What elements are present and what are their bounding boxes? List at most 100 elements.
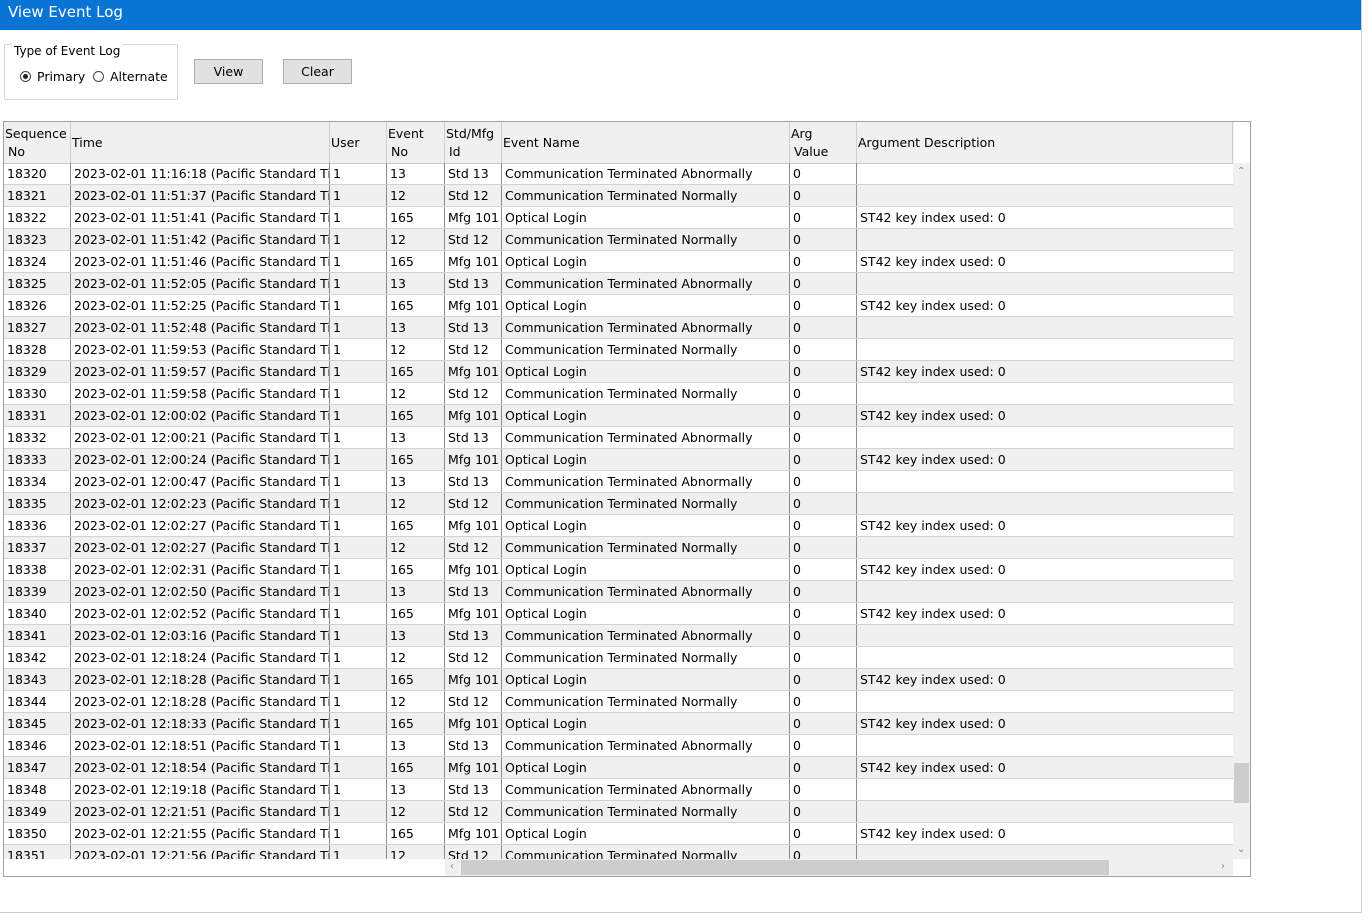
cell-event-name[interactable]: Communication Terminated Normally	[502, 493, 790, 514]
cell-time[interactable]: 2023-02-01 12:00:47 (Pacific Standard Ti…	[71, 471, 330, 492]
cell-user[interactable]: 1	[330, 449, 387, 470]
cell-event-no[interactable]: 12	[387, 185, 445, 206]
cell-event-no[interactable]: 13	[387, 427, 445, 448]
column-header-sequence-no[interactable]: Sequence No	[4, 122, 71, 163]
cell-sequence-no[interactable]: 18337	[4, 537, 71, 558]
cell-argument-description[interactable]	[857, 625, 1233, 646]
table-row[interactable]: 18325 2023-02-01 11:52:05 (Pacific Standa…	[4, 273, 1233, 295]
cell-event-name[interactable]: Optical Login	[502, 405, 790, 426]
cell-arg-value[interactable]: 0	[790, 603, 857, 624]
cell-argument-description[interactable]: ST42 key index used: 0	[857, 361, 1233, 382]
cell-sequence-no[interactable]: 18323	[4, 229, 71, 250]
cell-argument-description[interactable]: ST42 key index used: 0	[857, 251, 1233, 272]
cell-time[interactable]: 2023-02-01 12:00:24 (Pacific Standard Ti…	[71, 449, 330, 470]
cell-sequence-no[interactable]: 18328	[4, 339, 71, 360]
table-row[interactable]: 18321 2023-02-01 11:51:37 (Pacific Standa…	[4, 185, 1233, 207]
cell-event-no[interactable]: 13	[387, 625, 445, 646]
cell-std-mfg-id[interactable]: Std 12	[445, 691, 502, 712]
cell-argument-description[interactable]	[857, 779, 1233, 800]
cell-event-name[interactable]: Communication Terminated Abnormally	[502, 471, 790, 492]
cell-arg-value[interactable]: 0	[790, 559, 857, 580]
cell-arg-value[interactable]: 0	[790, 537, 857, 558]
radio-alternate-indicator[interactable]	[93, 71, 104, 82]
cell-arg-value[interactable]: 0	[790, 845, 857, 859]
table-row[interactable]: 18323 2023-02-01 11:51:42 (Pacific Standa…	[4, 229, 1233, 251]
cell-event-name[interactable]: Communication Terminated Abnormally	[502, 735, 790, 756]
cell-event-name[interactable]: Optical Login	[502, 669, 790, 690]
table-row[interactable]: 18333 2023-02-01 12:00:24 (Pacific Standa…	[4, 449, 1233, 471]
cell-event-no[interactable]: 12	[387, 845, 445, 859]
cell-user[interactable]: 1	[330, 669, 387, 690]
cell-event-name[interactable]: Optical Login	[502, 559, 790, 580]
table-row[interactable]: 18324 2023-02-01 11:51:46 (Pacific Standa…	[4, 251, 1233, 273]
cell-std-mfg-id[interactable]: Std 13	[445, 163, 502, 184]
column-header-std-mfg-id[interactable]: Std/Mfg Id	[445, 122, 502, 163]
cell-arg-value[interactable]: 0	[790, 317, 857, 338]
table-row[interactable]: 18343 2023-02-01 12:18:28 (Pacific Standa…	[4, 669, 1233, 691]
grid-rows[interactable]: 18320 2023-02-01 11:16:18 (Pacific Standa…	[4, 163, 1233, 859]
cell-event-no[interactable]: 165	[387, 713, 445, 734]
table-row[interactable]: 18337 2023-02-01 12:02:27 (Pacific Standa…	[4, 537, 1233, 559]
table-row[interactable]: 18326 2023-02-01 11:52:25 (Pacific Standa…	[4, 295, 1233, 317]
cell-user[interactable]: 1	[330, 427, 387, 448]
cell-arg-value[interactable]: 0	[790, 735, 857, 756]
scroll-down-icon[interactable]: ⌄	[1237, 845, 1245, 855]
cell-event-name[interactable]: Communication Terminated Abnormally	[502, 163, 790, 184]
cell-arg-value[interactable]: 0	[790, 383, 857, 404]
cell-user[interactable]: 1	[330, 295, 387, 316]
cell-user[interactable]: 1	[330, 801, 387, 822]
cell-std-mfg-id[interactable]: Std 13	[445, 779, 502, 800]
cell-user[interactable]: 1	[330, 691, 387, 712]
scroll-left-icon[interactable]: ‹	[450, 862, 454, 872]
cell-std-mfg-id[interactable]: Mfg 101	[445, 207, 502, 228]
cell-event-name[interactable]: Optical Login	[502, 823, 790, 844]
cell-sequence-no[interactable]: 18327	[4, 317, 71, 338]
cell-event-no[interactable]: 12	[387, 493, 445, 514]
cell-event-no[interactable]: 13	[387, 163, 445, 184]
cell-std-mfg-id[interactable]: Mfg 101	[445, 295, 502, 316]
cell-arg-value[interactable]: 0	[790, 625, 857, 646]
cell-std-mfg-id[interactable]: Mfg 101	[445, 757, 502, 778]
cell-event-name[interactable]: Optical Login	[502, 515, 790, 536]
cell-event-name[interactable]: Communication Terminated Abnormally	[502, 625, 790, 646]
table-row[interactable]: 18340 2023-02-01 12:02:52 (Pacific Standa…	[4, 603, 1233, 625]
cell-time[interactable]: 2023-02-01 12:18:33 (Pacific Standard Ti…	[71, 713, 330, 734]
cell-arg-value[interactable]: 0	[790, 801, 857, 822]
cell-event-no[interactable]: 165	[387, 669, 445, 690]
cell-std-mfg-id[interactable]: Mfg 101	[445, 559, 502, 580]
cell-time[interactable]: 2023-02-01 12:18:28 (Pacific Standard Ti…	[71, 691, 330, 712]
cell-user[interactable]: 1	[330, 713, 387, 734]
cell-arg-value[interactable]: 0	[790, 515, 857, 536]
cell-user[interactable]: 1	[330, 625, 387, 646]
table-row[interactable]: 18347 2023-02-01 12:18:54 (Pacific Standa…	[4, 757, 1233, 779]
cell-event-name[interactable]: Communication Terminated Normally	[502, 185, 790, 206]
cell-user[interactable]: 1	[330, 823, 387, 844]
cell-user[interactable]: 1	[330, 581, 387, 602]
cell-sequence-no[interactable]: 18340	[4, 603, 71, 624]
cell-user[interactable]: 1	[330, 647, 387, 668]
table-row[interactable]: 18348 2023-02-01 12:19:18 (Pacific Standa…	[4, 779, 1233, 801]
cell-arg-value[interactable]: 0	[790, 581, 857, 602]
table-row[interactable]: 18334 2023-02-01 12:00:47 (Pacific Standa…	[4, 471, 1233, 493]
cell-arg-value[interactable]: 0	[790, 427, 857, 448]
cell-time[interactable]: 2023-02-01 11:59:58 (Pacific Standard Ti…	[71, 383, 330, 404]
table-row[interactable]: 18350 2023-02-01 12:21:55 (Pacific Standa…	[4, 823, 1233, 845]
table-row[interactable]: 18320 2023-02-01 11:16:18 (Pacific Standa…	[4, 163, 1233, 185]
cell-time[interactable]: 2023-02-01 12:00:02 (Pacific Standard Ti…	[71, 405, 330, 426]
table-row[interactable]: 18335 2023-02-01 12:02:23 (Pacific Standa…	[4, 493, 1233, 515]
cell-event-name[interactable]: Optical Login	[502, 757, 790, 778]
cell-argument-description[interactable]	[857, 383, 1233, 404]
cell-arg-value[interactable]: 0	[790, 163, 857, 184]
cell-event-no[interactable]: 165	[387, 603, 445, 624]
cell-sequence-no[interactable]: 18330	[4, 383, 71, 404]
cell-arg-value[interactable]: 0	[790, 295, 857, 316]
cell-argument-description[interactable]: ST42 key index used: 0	[857, 207, 1233, 228]
cell-sequence-no[interactable]: 18347	[4, 757, 71, 778]
table-row[interactable]: 18341 2023-02-01 12:03:16 (Pacific Standa…	[4, 625, 1233, 647]
cell-time[interactable]: 2023-02-01 12:02:23 (Pacific Standard Ti…	[71, 493, 330, 514]
cell-time[interactable]: 2023-02-01 12:02:31 (Pacific Standard Ti…	[71, 559, 330, 580]
cell-std-mfg-id[interactable]: Mfg 101	[445, 515, 502, 536]
cell-event-no[interactable]: 13	[387, 735, 445, 756]
cell-argument-description[interactable]	[857, 229, 1233, 250]
cell-sequence-no[interactable]: 18350	[4, 823, 71, 844]
